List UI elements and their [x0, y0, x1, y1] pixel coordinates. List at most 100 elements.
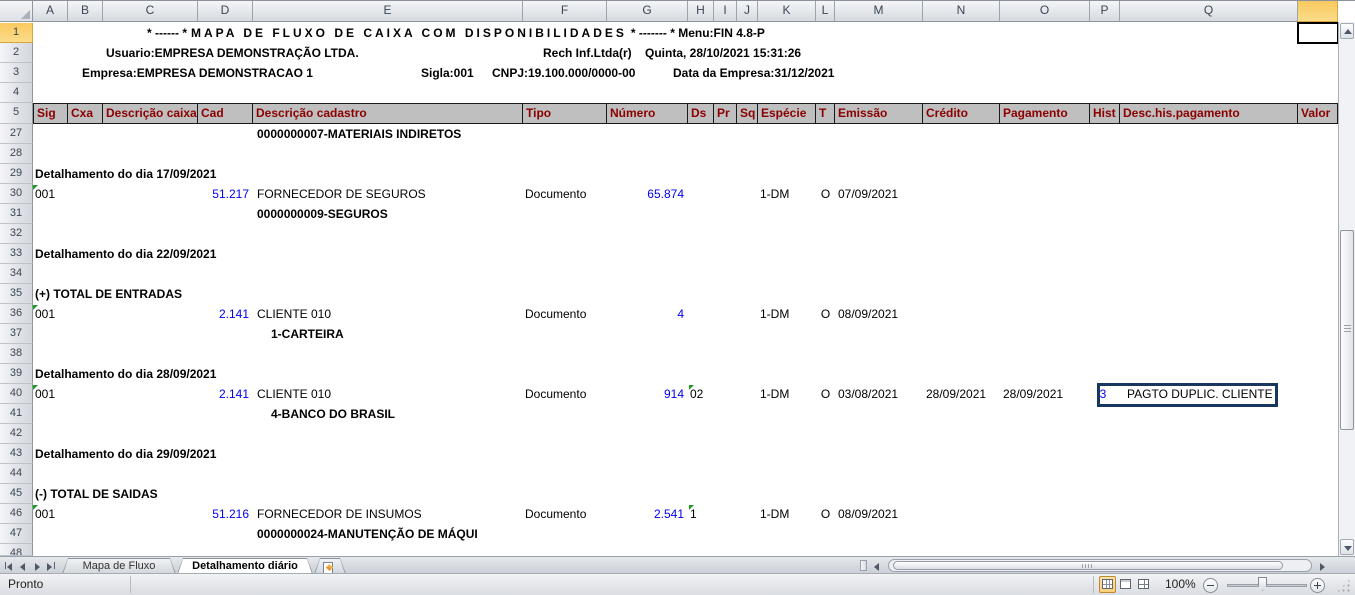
window-resize-grip[interactable] [1336, 578, 1351, 593]
row-header-31[interactable]: 31 [0, 204, 33, 224]
band-header-sig[interactable]: Sig [33, 103, 68, 124]
cell-k36[interactable]: 1-DM [760, 304, 789, 324]
column-header-a[interactable]: A [33, 1, 68, 22]
vertical-scrollbar[interactable] [1338, 22, 1355, 556]
row-header-4[interactable]: 4 [0, 83, 33, 103]
column-header-k[interactable]: K [758, 1, 816, 22]
row-header-2[interactable]: 2 [0, 43, 33, 63]
cell-m30[interactable]: 07/09/2021 [838, 184, 898, 204]
band-header-cxa[interactable]: Cxa [68, 103, 103, 124]
cell-g46[interactable]: 2.541 [607, 504, 684, 524]
band-header-especie[interactable]: Espécie [758, 103, 816, 124]
cell-f40[interactable]: Documento [525, 384, 586, 404]
cell-d30[interactable]: 51.217 [198, 184, 249, 204]
row-header-30[interactable]: 30 [0, 184, 33, 204]
scroll-down-button[interactable] [1340, 539, 1354, 555]
next-sheet-button[interactable] [31, 560, 44, 571]
row-header-27[interactable]: 27 [0, 124, 33, 144]
column-header-h[interactable]: H [688, 1, 714, 22]
column-header-f[interactable]: F [523, 1, 607, 22]
cell-a45[interactable]: (-) TOTAL DE SAIDAS [35, 484, 158, 504]
row-header-42[interactable]: 42 [0, 424, 33, 444]
row-header-40[interactable]: 40 [0, 384, 33, 404]
cell-k46[interactable]: 1-DM [760, 504, 789, 524]
row-header-46[interactable]: 46 [0, 504, 33, 524]
cell-a46[interactable]: 001 [35, 504, 55, 524]
band-header-pr[interactable]: Pr [714, 103, 737, 124]
cell-g40[interactable]: 914 [607, 384, 684, 404]
column-header-g[interactable]: G [607, 1, 688, 22]
row-header-33[interactable]: 33 [0, 244, 33, 264]
band-header-tipo[interactable]: Tipo [523, 103, 607, 124]
band-header-hist[interactable]: Hist [1090, 103, 1120, 124]
row-header-44[interactable]: 44 [0, 464, 33, 484]
row-header-34[interactable]: 34 [0, 264, 33, 284]
row-header-43[interactable]: 43 [0, 444, 33, 464]
cell-o40[interactable]: 28/09/2021 [1003, 384, 1063, 404]
last-sheet-button[interactable] [45, 560, 58, 571]
band-header-sq[interactable]: Sq [737, 103, 758, 124]
band-header-numero[interactable]: Número [607, 103, 688, 124]
cell-k30[interactable]: 1-DM [760, 184, 789, 204]
column-header-selected[interactable] [1298, 1, 1338, 22]
cell-f30[interactable]: Documento [525, 184, 586, 204]
column-header-l[interactable]: L [816, 1, 835, 22]
horizontal-scrollbar[interactable] [888, 559, 1312, 572]
cell-f46[interactable]: Documento [525, 504, 586, 524]
active-cell[interactable] [1297, 22, 1339, 44]
cell-d36[interactable]: 2.141 [198, 304, 249, 324]
cell-e30[interactable]: FORNECEDOR DE SEGUROS [257, 184, 426, 204]
hscroll-left-button[interactable] [871, 560, 884, 571]
cell-a35[interactable]: (+) TOTAL DE ENTRADAS [35, 284, 182, 304]
row-header-32[interactable]: 32 [0, 224, 33, 244]
cell-l36[interactable]: O [816, 304, 835, 324]
cell-k40[interactable]: 1-DM [760, 384, 789, 404]
tab-split-handle[interactable] [860, 560, 867, 571]
zoom-slider-handle[interactable] [1258, 577, 1267, 591]
zoom-out-button[interactable] [1203, 578, 1218, 593]
row-header-35[interactable]: 35 [0, 284, 33, 304]
cell-e37[interactable]: 1-CARTEIRA [271, 324, 344, 344]
vertical-scrollbar-thumb[interactable] [1340, 230, 1354, 430]
band-header-emissao[interactable]: Emissão [835, 103, 923, 124]
cell-e36[interactable]: CLIENTE 010 [257, 304, 331, 324]
cell-empresa[interactable]: Empresa:EMPRESA DEMONSTRACAO 1 [82, 63, 313, 83]
column-header-m[interactable]: M [835, 1, 923, 22]
cell-e40[interactable]: CLIENTE 010 [257, 384, 331, 404]
cell-a29[interactable]: Detalhamento do dia 17/09/2021 [35, 164, 216, 184]
row-header-39[interactable]: 39 [0, 364, 33, 384]
cell-a30[interactable]: 001 [35, 184, 55, 204]
cell-usuario[interactable]: Usuario:EMPRESA DEMONSTRAÇÃO LTDA. [106, 43, 359, 63]
scroll-up-button[interactable] [1340, 23, 1354, 39]
cell-e41[interactable]: 4-BANCO DO BRASIL [271, 404, 395, 424]
cell-l30[interactable]: O [816, 184, 835, 204]
cell-vendor[interactable]: Rech Inf.Ltda(r) [543, 43, 632, 63]
row-header-41[interactable]: 41 [0, 404, 33, 424]
cell-a39[interactable]: Detalhamento do dia 28/09/2021 [35, 364, 216, 384]
band-header-cad[interactable]: Cad [198, 103, 253, 124]
cell-a40[interactable]: 001 [35, 384, 55, 404]
cell-a43[interactable]: Detalhamento do dia 29/09/2021 [35, 444, 216, 464]
column-header-e[interactable]: E [253, 1, 523, 22]
cell-e27[interactable]: 0000000007-MATERIAIS INDIRETOS [257, 124, 461, 144]
cell-d40[interactable]: 2.141 [198, 384, 249, 404]
column-header-q[interactable]: Q [1120, 1, 1298, 22]
previous-sheet-button[interactable] [17, 560, 30, 571]
cell-g30[interactable]: 65.874 [607, 184, 684, 204]
cell-f36[interactable]: Documento [525, 304, 586, 324]
hscroll-right-button[interactable] [1316, 560, 1329, 571]
cell-e46[interactable]: FORNECEDOR DE INSUMOS [257, 504, 422, 524]
cell-cnpj[interactable]: CNPJ:19.100.000/0000-00 [492, 63, 635, 83]
column-header-n[interactable]: N [923, 1, 1000, 22]
row-header-38[interactable]: 38 [0, 344, 33, 364]
horizontal-scrollbar-thumb[interactable] [893, 561, 1283, 570]
insert-worksheet-tab[interactable] [314, 558, 346, 574]
cell-a33[interactable]: Detalhamento do dia 22/09/2021 [35, 244, 216, 264]
cell-l46[interactable]: O [816, 504, 835, 524]
cell-l40[interactable]: O [816, 384, 835, 404]
band-header-descricao-caixa[interactable]: Descrição caixa [103, 103, 198, 124]
column-header-d[interactable]: D [198, 1, 253, 22]
row-header-48[interactable]: 48 [0, 544, 33, 556]
cell-a36[interactable]: 001 [35, 304, 55, 324]
band-header-descricao-cadastro[interactable]: Descrição cadastro [253, 103, 523, 124]
